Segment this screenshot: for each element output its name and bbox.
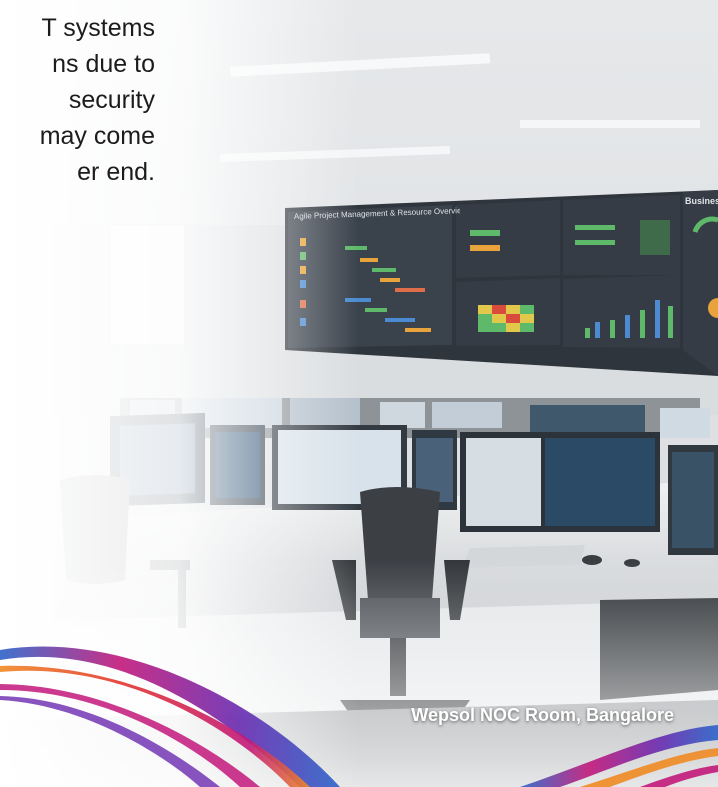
- intro-line: security: [68, 86, 155, 114]
- business-panel-title: Business: [685, 196, 718, 206]
- intro-line: may come: [39, 122, 155, 150]
- video-wall-title: Agile Project Management & Resource Over…: [294, 206, 460, 221]
- svg-text:Business: Business: [685, 196, 718, 206]
- intro-paragraph: T systems ns due to security may come er…: [0, 10, 155, 190]
- photo-caption: Wepsol NOC Room, Bangalore: [411, 705, 674, 725]
- svg-text:Agile Project Management & Res: Agile Project Management & Resource Over…: [294, 206, 460, 221]
- intro-line: er end.: [77, 158, 155, 186]
- intro-line: ns due to: [52, 50, 155, 78]
- intro-line: T systems: [41, 14, 155, 42]
